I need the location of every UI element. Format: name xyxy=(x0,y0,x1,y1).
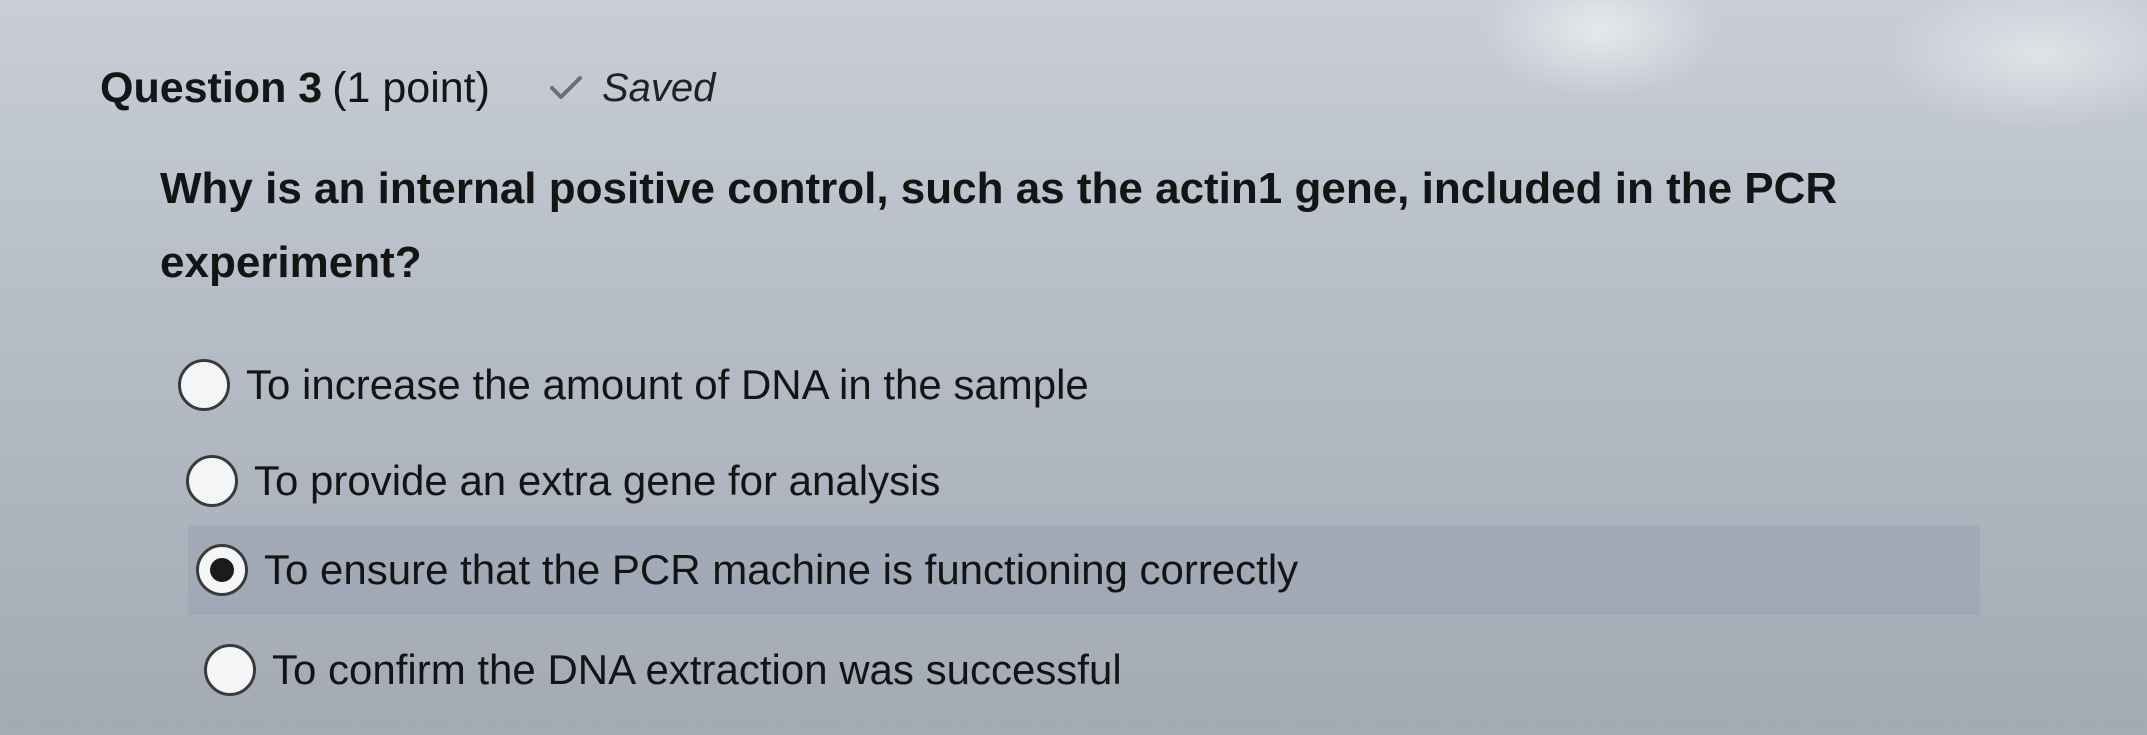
question-prompt: Why is an internal positive control, suc… xyxy=(160,164,1838,287)
radio-button[interactable] xyxy=(204,644,256,696)
radio-button[interactable] xyxy=(186,455,238,507)
answer-option[interactable]: To increase the amount of DNA in the sam… xyxy=(178,340,1089,430)
check-icon xyxy=(549,76,582,99)
answer-option-selected[interactable]: To ensure that the PCR machine is functi… xyxy=(188,525,1980,615)
radio-dot-icon xyxy=(210,558,234,582)
answer-option[interactable]: To provide an extra gene for analysis xyxy=(186,436,940,526)
saved-status: Saved xyxy=(548,66,715,111)
answer-option[interactable]: To confirm the DNA extraction was succes… xyxy=(204,625,1122,715)
option-label[interactable]: To increase the amount of DNA in the sam… xyxy=(246,361,1089,409)
question-header: Question 3 (1 point) Saved xyxy=(100,58,715,118)
question-title: Question 3 xyxy=(100,63,323,112)
radio-button-selected[interactable] xyxy=(196,544,248,596)
option-label[interactable]: To confirm the DNA extraction was succes… xyxy=(272,646,1122,694)
question-points: (1 point) xyxy=(332,63,490,112)
radio-button[interactable] xyxy=(178,359,230,411)
screen-glare xyxy=(1880,0,2147,130)
saved-label: Saved xyxy=(601,65,716,110)
option-label[interactable]: To provide an extra gene for analysis xyxy=(254,457,940,505)
option-label[interactable]: To ensure that the PCR machine is functi… xyxy=(264,546,1298,594)
screen-glare xyxy=(1480,0,1720,100)
